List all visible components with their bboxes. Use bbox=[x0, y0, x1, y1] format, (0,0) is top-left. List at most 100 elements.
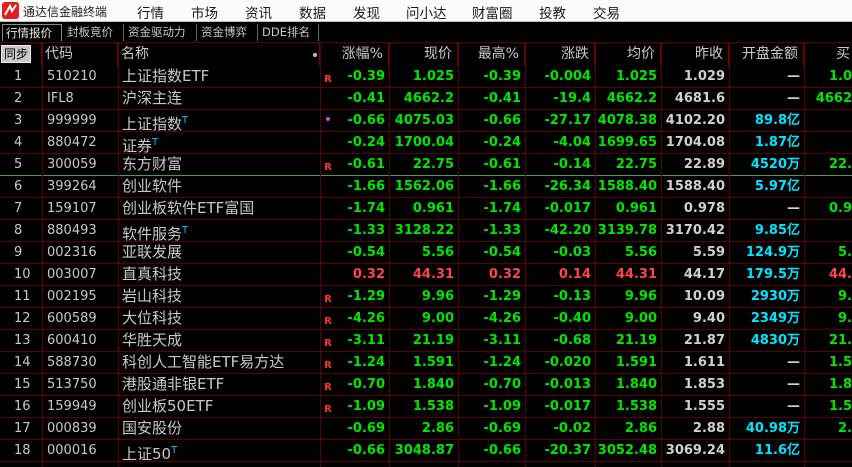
table-row[interactable]: 7 159107 创业板软件ETF富国 -1.74 0.961 -1.74 -0.017 0.… bbox=[0, 198, 852, 220]
column-divider bbox=[595, 43, 596, 467]
open-amount: 1.87亿 bbox=[754, 135, 800, 150]
tab-capital-drive[interactable]: 资金驱动力 bbox=[125, 24, 197, 41]
high-percent: -0.41 bbox=[483, 91, 521, 106]
table-row[interactable]: 16 159949 创业板50ETF R -1.09 1.538 -1.09 -0.017 1.… bbox=[0, 396, 852, 418]
header-open-amount[interactable]: 开盘金额 bbox=[729, 43, 804, 66]
current-price: 9.96 bbox=[421, 289, 454, 304]
app-logo-icon bbox=[2, 2, 19, 19]
table-row[interactable]: 11 002195 岩山科技 R -1.29 9.96 -1.29 -0.13 9.96 10.0… bbox=[0, 286, 852, 308]
menu-wealth-circle[interactable]: 财富圈 bbox=[472, 2, 513, 22]
stock-name: 大位科技 bbox=[118, 308, 320, 329]
open-amount: — bbox=[787, 91, 800, 106]
table-row[interactable]: 12 600589 大位科技 R -4.26 9.00 -4.26 -0.40 9.00 9.40… bbox=[0, 308, 852, 330]
previous-close: 1588.40 bbox=[665, 179, 725, 194]
menu-education[interactable]: 投教 bbox=[539, 2, 566, 22]
menu-data[interactable]: 数据 bbox=[299, 2, 326, 22]
stock-name-text: 上证指数ETF bbox=[122, 67, 210, 85]
price-change: -0.40 bbox=[553, 311, 591, 326]
price-change: 0.14 bbox=[558, 267, 591, 282]
average-price: 21.19 bbox=[615, 333, 657, 348]
current-price: 1700.04 bbox=[394, 135, 454, 150]
stock-name-text: 创业板软件ETF富国 bbox=[122, 199, 255, 217]
buy-price bbox=[804, 220, 852, 241]
table-row[interactable]: 6 399264 创业软件 -1.66 1562.06 -1.66 -26.34 1588.4… bbox=[0, 176, 852, 198]
change-percent: -0.24 bbox=[347, 135, 385, 150]
average-price: 4078.38 bbox=[597, 113, 657, 128]
tab-dde-rank[interactable]: DDE排名 bbox=[259, 24, 319, 41]
price-change: -0.004 bbox=[544, 69, 591, 84]
stock-code: 003007 bbox=[47, 267, 97, 282]
average-price: 9.00 bbox=[624, 311, 657, 326]
open-amount: — bbox=[787, 201, 800, 216]
app-title: 通达信金融终端 bbox=[23, 5, 108, 19]
top-menu-bar: 通达信金融终端 行情 市场 资讯 数据 发现 问小达 财富圈 投教 交易 bbox=[0, 0, 852, 22]
stock-code: 880493 bbox=[47, 223, 97, 238]
tab-quote[interactable]: 行情报价 bbox=[2, 24, 62, 41]
column-divider bbox=[661, 43, 662, 467]
stock-name: 上证指数ETF bbox=[118, 66, 320, 87]
row-index: 11 bbox=[14, 289, 31, 304]
average-price: 1.840 bbox=[615, 377, 657, 392]
table-row[interactable]: 2 IFL8 沪深主连 -0.41 4662.2 -0.41 -19.4 4662.2 4681… bbox=[0, 88, 852, 110]
high-percent: -1.24 bbox=[483, 355, 521, 370]
table-row[interactable]: 9 002316 亚联发展 -0.54 5.56 -0.54 -0.03 5.56 5.59 12… bbox=[0, 242, 852, 264]
average-price: 1588.40 bbox=[597, 179, 657, 194]
change-percent: -1.29 bbox=[347, 289, 385, 304]
menu-discover[interactable]: 发现 bbox=[353, 2, 380, 22]
previous-close: 1.029 bbox=[683, 69, 725, 84]
menu-news[interactable]: 资讯 bbox=[245, 2, 272, 22]
buy-price: 5. bbox=[838, 245, 852, 260]
stock-name-text: 直真科技 bbox=[122, 265, 183, 283]
high-percent: -0.66 bbox=[483, 443, 521, 458]
high-percent: -0.70 bbox=[483, 377, 521, 392]
header-prev-close[interactable]: 昨收 bbox=[661, 43, 729, 66]
menu-trade[interactable]: 交易 bbox=[593, 2, 620, 22]
stock-code: 510210 bbox=[47, 69, 97, 84]
buy-price: 1.5 bbox=[828, 399, 852, 414]
current-price: 1.591 bbox=[412, 355, 454, 370]
stock-name-text: 上证50 bbox=[122, 445, 172, 463]
current-price: 22.75 bbox=[412, 157, 454, 172]
menu-quotes[interactable]: 行情 bbox=[137, 2, 164, 22]
previous-close: 1.555 bbox=[683, 399, 725, 414]
header-code[interactable]: 代码 bbox=[42, 43, 118, 66]
table-row[interactable]: 1 510210 上证指数ETF R -0.39 1.025 -0.39 -0.004 1.02… bbox=[0, 66, 852, 88]
header-name[interactable]: 名称 bbox=[118, 43, 320, 66]
header-avg[interactable]: 均价 bbox=[595, 43, 661, 66]
menu-market[interactable]: 市场 bbox=[191, 2, 218, 22]
column-divider bbox=[729, 43, 730, 467]
price-change: -0.02 bbox=[553, 421, 591, 436]
row-index: 17 bbox=[14, 421, 31, 436]
previous-close: 22.89 bbox=[683, 157, 725, 172]
header-chg-pct[interactable]: 涨幅% bbox=[320, 43, 389, 66]
menu-ask-xiaoda[interactable]: 问小达 bbox=[406, 2, 447, 22]
table-row[interactable]: 18 000016 上证50T -0.66 3048.87 -0.66 -20.37 3052… bbox=[0, 440, 852, 463]
sync-button[interactable]: 同步 bbox=[1, 45, 31, 63]
t-plus-zero-badge: T bbox=[171, 445, 178, 456]
buy-price bbox=[804, 110, 852, 131]
header-high-pct[interactable]: 最高% bbox=[458, 43, 525, 66]
tab-limit-auction[interactable]: 封板竞价 bbox=[64, 24, 124, 41]
stock-name-text: 东方财富 bbox=[122, 155, 183, 173]
table-row[interactable]: 10 003007 直真科技 0.32 44.31 0.32 0.14 44.31 44.17 1… bbox=[0, 264, 852, 286]
change-percent: -0.70 bbox=[347, 377, 385, 392]
table-row[interactable]: 8 880493 软件服务T -1.33 3128.22 -1.33 -42.20 3139.… bbox=[0, 220, 852, 243]
row-index: 4 bbox=[14, 135, 23, 150]
table-row[interactable]: 15 513750 港股通非银ETF R -0.70 1.840 -0.70 -0.013 1.… bbox=[0, 374, 852, 396]
table-row[interactable]: 14 588730 科创人工智能ETF易方达 R -1.24 1.591 -1.24 -0.0… bbox=[0, 352, 852, 374]
header-buy[interactable]: 买 bbox=[804, 43, 852, 66]
table-row[interactable]: 5 300059 东方财富 R -0.61 22.75 -0.61 -0.14 22.75 22.… bbox=[0, 154, 852, 176]
stock-name: 华胜天成 bbox=[118, 330, 320, 351]
tab-capital-game[interactable]: 资金博弈 bbox=[198, 24, 258, 41]
row-index: 15 bbox=[14, 377, 31, 392]
stock-name-text: 证券 bbox=[122, 137, 153, 155]
header-diff[interactable]: 涨跌 bbox=[525, 43, 595, 66]
open-amount: 9.85亿 bbox=[754, 223, 800, 238]
open-amount: 5.97亿 bbox=[754, 179, 800, 194]
table-row[interactable]: 13 600410 华胜天成 R -3.11 21.19 -3.11 -0.68 21.19 21… bbox=[0, 330, 852, 352]
table-row[interactable]: 3 999999 上证指数T • -0.66 4075.03 -0.66 -27.17 4078… bbox=[0, 110, 852, 133]
table-row[interactable]: 17 000839 国安股份 -0.69 2.86 -0.69 -0.02 2.86 2.88 4… bbox=[0, 418, 852, 440]
header-price[interactable]: 现价 bbox=[389, 43, 458, 66]
table-row[interactable]: 4 880472 证券T -0.24 1700.04 -0.24 -4.04 1699.65 1… bbox=[0, 132, 852, 155]
price-change: -0.68 bbox=[553, 333, 591, 348]
